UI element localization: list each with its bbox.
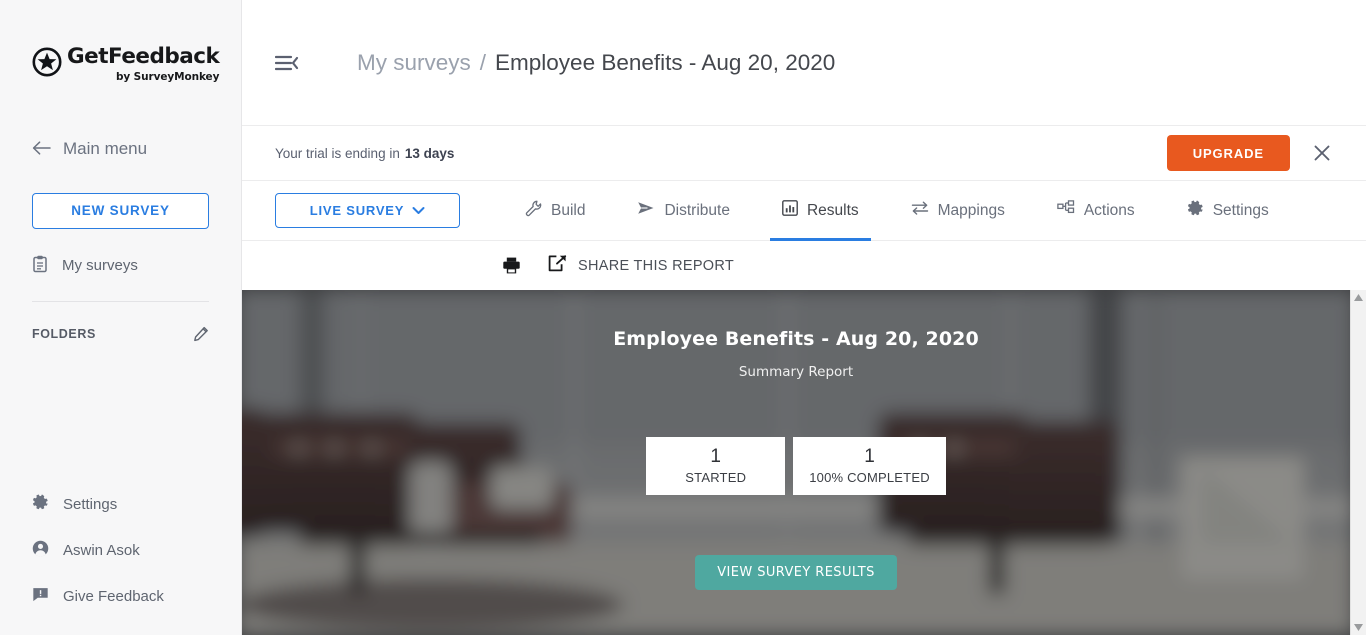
close-icon[interactable]	[1312, 143, 1332, 163]
stat-card-started: 1 STARTED	[646, 437, 786, 495]
live-survey-dropdown[interactable]: LIVE SURVEY	[275, 193, 460, 228]
sidebar-divider	[32, 300, 209, 302]
user-circle-icon	[32, 540, 49, 561]
folders-section-header: FOLDERS	[0, 326, 241, 342]
sidebar-item-label: Settings	[63, 495, 118, 513]
report-hero: Employee Benefits - Aug 20, 2020 Summary…	[242, 290, 1350, 635]
scroll-down-arrow-icon[interactable]	[1353, 623, 1364, 632]
clipboard-icon	[32, 255, 48, 277]
report-subtitle: Summary Report	[738, 364, 854, 380]
sidebar-item-give-feedback[interactable]: Give Feedback	[0, 579, 241, 613]
top-header-bar: My surveys / Employee Benefits - Aug 20,…	[242, 0, 1366, 125]
brand-tagline: by SurveyMonkey	[115, 70, 220, 83]
gear-icon	[1187, 200, 1204, 222]
main-menu-link[interactable]: Main menu	[0, 139, 241, 159]
tab-label: Build	[551, 201, 586, 219]
scroll-up-arrow-icon[interactable]	[1353, 293, 1364, 302]
tab-list: Build Distribute Results Mappings Action…	[525, 181, 1269, 241]
breadcrumb-parent[interactable]: My surveys	[357, 50, 471, 76]
main-menu-label: Main menu	[63, 138, 148, 158]
sitemap-icon	[1057, 199, 1075, 222]
tab-label: Mappings	[937, 201, 1005, 219]
trial-days: 13 days	[404, 145, 455, 161]
breadcrumb: My surveys / Employee Benefits - Aug 20,…	[357, 50, 835, 76]
report-preview-area: Employee Benefits - Aug 20, 2020 Summary…	[242, 290, 1366, 635]
view-survey-results-button[interactable]: VIEW SURVEY RESULTS	[695, 555, 897, 590]
breadcrumb-separator: /	[479, 49, 487, 75]
new-survey-button[interactable]: NEW SURVEY	[32, 192, 209, 229]
stat-value: 1	[864, 446, 875, 468]
trial-banner: Your trial is ending in 13 days UPGRADE	[242, 125, 1366, 181]
report-toolbar: SHARE THIS REPORT	[242, 241, 1366, 290]
chevron-down-icon	[412, 203, 425, 218]
feedback-icon	[32, 586, 49, 607]
star-badge-icon	[32, 47, 62, 82]
vertical-scrollbar[interactable]	[1350, 290, 1366, 635]
tab-actions[interactable]: Actions	[1057, 181, 1135, 241]
folders-label: FOLDERS	[32, 326, 96, 341]
hero-content: Employee Benefits - Aug 20, 2020 Summary…	[242, 290, 1350, 590]
transfer-arrows-icon	[911, 200, 929, 221]
bar-chart-icon	[782, 200, 798, 221]
sidebar-item-label: Give Feedback	[63, 587, 164, 605]
tab-label: Distribute	[664, 201, 730, 219]
share-this-report-button[interactable]: SHARE THIS REPORT	[548, 255, 734, 276]
stat-label: 100% COMPLETED	[809, 469, 930, 485]
sidebar-item-account[interactable]: Aswin Asok	[0, 533, 241, 567]
main-content: My surveys / Employee Benefits - Aug 20,…	[242, 0, 1366, 635]
page-title: Employee Benefits - Aug 20, 2020	[495, 49, 836, 75]
stat-value: 1	[710, 446, 721, 468]
report-title: Employee Benefits - Aug 20, 2020	[613, 328, 979, 350]
share-external-icon	[548, 255, 567, 276]
live-survey-label: LIVE SURVEY	[309, 203, 405, 218]
brand-logo[interactable]: GetFeedback by SurveyMonkey	[0, 0, 241, 83]
wrench-icon	[525, 200, 542, 222]
trial-message-text: Your trial is ending in	[275, 145, 400, 161]
sidebar-bottom-nav: Settings Aswin Asok Give Feedback	[0, 475, 241, 635]
tab-label: Settings	[1212, 201, 1269, 219]
sidebar-item-label: Aswin Asok	[63, 541, 140, 559]
brand-name: GetFeedback	[67, 44, 220, 69]
tab-label: Actions	[1083, 201, 1135, 219]
tab-settings[interactable]: Settings	[1187, 181, 1269, 241]
tab-distribute[interactable]: Distribute	[637, 181, 730, 241]
stat-label: STARTED	[685, 469, 747, 485]
new-survey-label: NEW SURVEY	[71, 203, 170, 218]
survey-tabbar: LIVE SURVEY Build Distribute Results Map…	[242, 181, 1366, 241]
trial-message: Your trial is ending in 13 days	[275, 146, 454, 161]
collapse-sidebar-icon[interactable]	[275, 53, 299, 73]
tab-label: Results	[806, 201, 859, 219]
tab-build[interactable]: Build	[525, 181, 585, 241]
app-root: GetFeedback by SurveyMonkey Main menu NE…	[0, 0, 1366, 635]
sidebar-item-my-surveys[interactable]: My surveys	[0, 249, 241, 283]
stats-row: 1 STARTED 1 100% COMPLETED	[646, 437, 946, 495]
gear-icon	[32, 494, 49, 515]
sidebar-item-settings[interactable]: Settings	[0, 487, 241, 521]
share-report-label: SHARE THIS REPORT	[578, 257, 735, 274]
upgrade-button[interactable]: UPGRADE	[1166, 135, 1290, 171]
sidebar-item-label: My surveys	[62, 257, 138, 274]
tab-mappings[interactable]: Mappings	[911, 181, 1005, 241]
sidebar: GetFeedback by SurveyMonkey Main menu NE…	[0, 0, 242, 635]
send-icon	[637, 200, 655, 221]
tab-results[interactable]: Results	[769, 181, 871, 241]
arrow-left-icon	[32, 140, 51, 158]
pencil-icon[interactable]	[193, 326, 209, 342]
stat-card-completed: 1 100% COMPLETED	[793, 437, 946, 495]
printer-icon[interactable]	[502, 256, 521, 275]
